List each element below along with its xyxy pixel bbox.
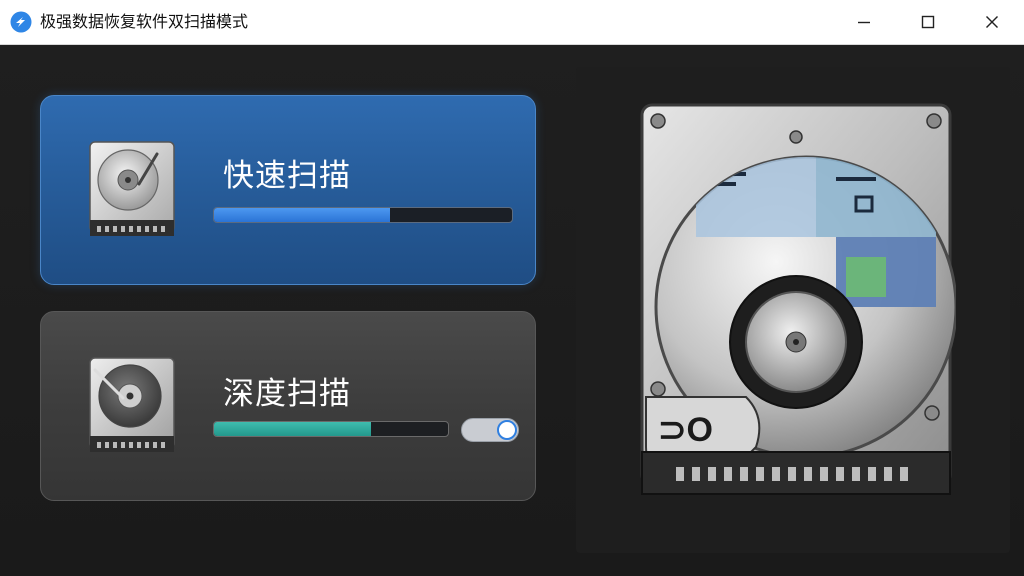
maximize-button[interactable]: [900, 0, 956, 44]
minimize-icon: [858, 21, 870, 24]
quick-scan-label: 快速扫描: [223, 158, 351, 194]
close-button[interactable]: [964, 0, 1020, 44]
app-window: 极强数据恢复软件双扫描模式 快速扫描 深度扫描 ⊃O: [0, 0, 1024, 576]
deep-scan-card[interactable]: 深度扫描: [40, 311, 536, 501]
hard-disk-drive-illustration: ⊃O: [640, 103, 956, 495]
maximize-icon: [921, 15, 935, 29]
svg-text:⊃O: ⊃O: [658, 411, 713, 449]
deep-scan-toggle[interactable]: [461, 418, 519, 442]
quick-scan-progress-bar: [213, 207, 513, 223]
deep-scan-progress-bar: [213, 421, 449, 437]
quick-scan-card[interactable]: 快速扫描: [40, 95, 536, 285]
quick-scan-progress-fill: [214, 208, 390, 222]
deep-scan-label: 深度扫描: [223, 376, 351, 412]
toggle-knob: [497, 420, 517, 440]
window-title: 极强数据恢复软件双扫描模式: [40, 12, 249, 31]
deep-scan-progress-fill: [214, 422, 371, 436]
hard-disk-illustration-panel: ⊃O: [576, 67, 1010, 553]
minimize-button[interactable]: [836, 0, 892, 44]
hard-drive-icon: [89, 141, 175, 236]
title-bar: 极强数据恢复软件双扫描模式: [0, 0, 1024, 45]
main-content: 快速扫描 深度扫描 ⊃O: [0, 45, 1024, 576]
app-logo-icon: [10, 11, 32, 33]
close-icon: [986, 16, 998, 28]
hard-drive-icon: [89, 357, 175, 452]
